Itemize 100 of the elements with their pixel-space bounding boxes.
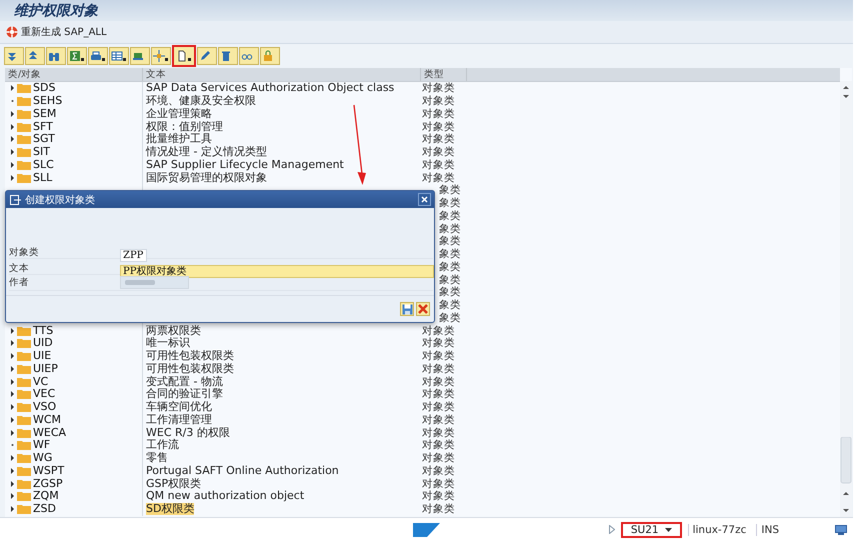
expand-arrow-icon[interactable] [10,404,15,410]
folder-icon [17,96,31,106]
object-class-name[interactable]: SGT [33,133,55,146]
folder-icon [17,160,31,170]
object-class-name[interactable]: UID [33,337,53,350]
expand-arrow-icon[interactable] [10,493,15,500]
class-description: QM new authorization object [146,490,304,502]
folder-icon [17,414,31,425]
expand-arrow-icon[interactable] [10,430,15,436]
object-class-name[interactable]: WSPT [33,464,64,477]
class-description: 可用性包装权限类 [146,362,234,375]
class-description: WEC R/3 的权限 [146,426,230,439]
toolbar-button[interactable] [109,47,129,65]
folder-icon [17,134,31,144]
dialog-icon [10,194,21,204]
close-button[interactable] [418,193,431,206]
folder-icon [17,172,31,183]
server-name: linux-77zc [688,524,750,536]
class-description: 国际贸易管理的权限对象 [146,172,267,184]
type-text: 象类 [439,222,461,235]
folder-icon [17,351,31,362]
class-description: 权限：值别管理 [146,120,223,133]
expand-arrow-icon[interactable] [10,136,15,142]
expand-arrow-icon[interactable] [10,353,15,360]
class-description: 车辆空间优化 [146,401,212,414]
object-class-name[interactable]: WG [33,452,52,464]
expand-icon [6,50,18,62]
class-description: GSP权限类 [146,478,202,490]
toolbar-button[interactable] [88,47,108,65]
column-header[interactable]: 文本 [143,68,421,81]
type-text: 象类 [439,312,461,324]
object-class-name[interactable]: WF [33,439,50,452]
column-header[interactable]: 类型 [421,68,467,81]
object-class-name[interactable]: TTS [33,324,54,337]
expand-arrow-icon[interactable] [10,378,15,385]
save-button[interactable] [400,302,414,316]
object-class-name[interactable]: WECA [33,426,66,439]
lifebuoy-icon[interactable] [6,26,18,38]
object-class-name[interactable]: SFT [33,120,53,133]
object-class-name[interactable]: ZQM [33,490,59,502]
folder-icon [17,466,31,476]
type-text: 对象类 [422,172,455,184]
expand-arrow-icon[interactable] [10,455,15,462]
object-class-name[interactable]: SLC [33,158,54,171]
object-class-name[interactable]: SIT [33,146,50,158]
expand-arrow-icon[interactable] [10,85,15,92]
class-description: 情况处理 - 定义情况类型 [146,146,267,158]
object-class-name[interactable]: ZGSP [33,478,63,490]
object-class-name[interactable]: VC [33,376,48,388]
expand-arrow-icon[interactable] [10,124,15,130]
folder-icon [17,402,31,412]
transaction-field[interactable]: SU21 [620,522,682,538]
object-class-name[interactable]: VEC [33,388,56,400]
object-class-name[interactable]: SEM [33,108,56,120]
type-text: 象类 [439,184,461,196]
trash-icon [220,50,232,62]
expand-arrow-icon[interactable] [10,110,15,117]
expand-arrow-icon[interactable] [10,149,15,156]
object-class-name[interactable]: UIE [33,350,52,362]
toolbar-button[interactable] [172,45,196,67]
cancel-button[interactable] [416,302,430,316]
object-class-name[interactable]: ZSD [33,503,56,516]
expand-arrow-icon[interactable] [10,328,15,334]
field-label: 对象类 [9,246,40,259]
object-class-name[interactable]: UIEP [33,362,58,375]
object-class-name[interactable]: VSO [33,401,56,414]
input-mode: INS [756,524,783,536]
object-class-input[interactable]: ZPP [120,249,147,262]
blurred-value [125,279,155,286]
expand-status-icon[interactable] [608,525,615,534]
type-text: 象类 [439,299,461,312]
object-class-name[interactable]: SLL [33,172,52,184]
object-class-name[interactable]: SEHS [33,95,62,108]
expand-arrow-icon[interactable] [10,174,15,181]
expand-arrow-icon[interactable] [10,391,15,398]
column-header[interactable]: 类/对象 [5,68,143,81]
type-text: 对象类 [422,401,455,414]
menu-corner-icon [188,58,191,61]
expand-arrow-icon[interactable] [10,162,15,168]
class-description: 零售 [146,452,168,464]
toolbar-button[interactable] [67,47,87,65]
text-input[interactable]: PP权限对象类 [120,264,434,278]
close-icon [421,196,428,203]
expand-arrow-icon[interactable] [10,366,15,372]
caret-icon [664,528,672,532]
expand-arrow-icon[interactable] [10,506,15,512]
toolbar-button[interactable] [151,47,171,65]
monitor-icon[interactable] [835,524,847,534]
folder-icon [17,504,31,514]
expand-arrow-icon[interactable] [10,340,15,346]
regenerate-action[interactable]: 重新生成 SAP_ALL [21,25,107,39]
object-class-name[interactable]: WCM [33,414,62,426]
object-class-name[interactable]: SDS [33,82,56,94]
expand-arrow-icon[interactable] [10,468,15,474]
dialog-title: 创建权限对象类 [25,194,96,206]
expand-arrow-icon[interactable] [10,416,15,423]
class-description: Portugal SAFT Online Authorization [146,464,339,477]
folder-icon [17,338,31,348]
expand-arrow-icon[interactable] [10,480,15,487]
type-text: 对象类 [422,337,455,350]
